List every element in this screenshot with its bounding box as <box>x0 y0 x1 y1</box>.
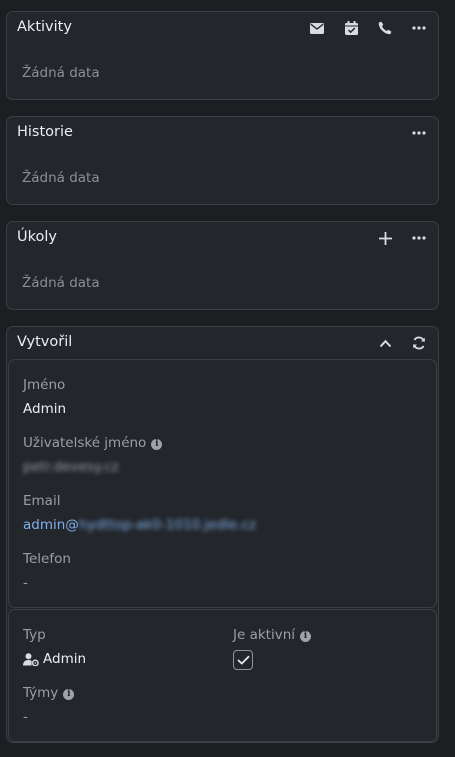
activities-header: Aktivity <box>7 12 438 44</box>
activities-panel: Aktivity Žádná data <box>6 11 439 100</box>
email-link[interactable]: admin@hydttop-ak0-1010.jedle.cz <box>23 517 256 533</box>
name-value[interactable]: Admin <box>23 401 66 417</box>
email-domain[interactable]: hydttop-ak0-1010.jedle.cz <box>79 517 256 533</box>
email-prefix[interactable]: admin@ <box>23 517 79 533</box>
ellipsis-icon[interactable] <box>408 228 430 248</box>
username-label: Uživatelské jméno i <box>23 435 163 451</box>
created-by-header: Vytvořil <box>7 327 438 359</box>
tasks-empty-text: Žádná data <box>22 275 100 291</box>
active-label-text: Je aktivní <box>233 627 296 643</box>
history-header: Historie <box>7 117 438 149</box>
role-info-card: Typ Admin Je aktivní i Týmy i - <box>8 609 437 742</box>
user-info-card: Jméno Admin Uživatelské jméno i petr.deve… <box>8 359 437 608</box>
check-icon <box>236 655 250 665</box>
type-value: Admin <box>23 651 86 667</box>
created-by-panel: Vytvořil Jméno Admin Uživatelské jméno i … <box>6 326 439 743</box>
teams-value: - <box>23 709 28 725</box>
created-by-title: Vytvořil <box>17 334 73 350</box>
email-label: Email <box>23 493 61 509</box>
name-label: Jméno <box>23 377 66 393</box>
phone-value: - <box>23 575 28 591</box>
refresh-icon[interactable] <box>408 333 430 353</box>
username-value: petr.devesy.cz <box>23 459 119 475</box>
detail-sidebar: Aktivity Žádná data Historie Žádná data … <box>0 0 455 757</box>
phone-icon[interactable] <box>374 18 396 38</box>
ellipsis-icon[interactable] <box>408 18 430 38</box>
tasks-title: Úkoly <box>17 229 57 245</box>
activities-empty-text: Žádná data <box>22 65 100 81</box>
username-label-text: Uživatelské jméno <box>23 435 147 451</box>
type-value-text: Admin <box>43 651 87 667</box>
calendar-check-icon[interactable] <box>340 18 362 38</box>
tasks-panel: Úkoly Žádná data <box>6 221 439 310</box>
info-icon[interactable]: i <box>63 689 75 700</box>
active-label: Je aktivní i <box>233 627 312 643</box>
chevron-up-icon[interactable] <box>374 333 396 353</box>
info-icon[interactable]: i <box>151 439 163 450</box>
active-checkbox[interactable] <box>233 650 253 670</box>
type-label: Typ <box>23 627 46 643</box>
teams-label: Týmy i <box>23 685 75 701</box>
info-icon[interactable]: i <box>300 631 312 642</box>
history-title: Historie <box>17 124 73 140</box>
envelope-icon[interactable] <box>306 18 328 38</box>
phone-label: Telefon <box>23 551 71 567</box>
user-cog-icon <box>23 652 39 666</box>
teams-label-text: Týmy <box>23 685 59 701</box>
activities-title: Aktivity <box>17 19 72 35</box>
tasks-header: Úkoly <box>7 222 438 254</box>
history-empty-text: Žádná data <box>22 170 100 186</box>
ellipsis-icon[interactable] <box>408 123 430 143</box>
history-panel: Historie Žádná data <box>6 116 439 205</box>
plus-icon[interactable] <box>374 228 396 248</box>
